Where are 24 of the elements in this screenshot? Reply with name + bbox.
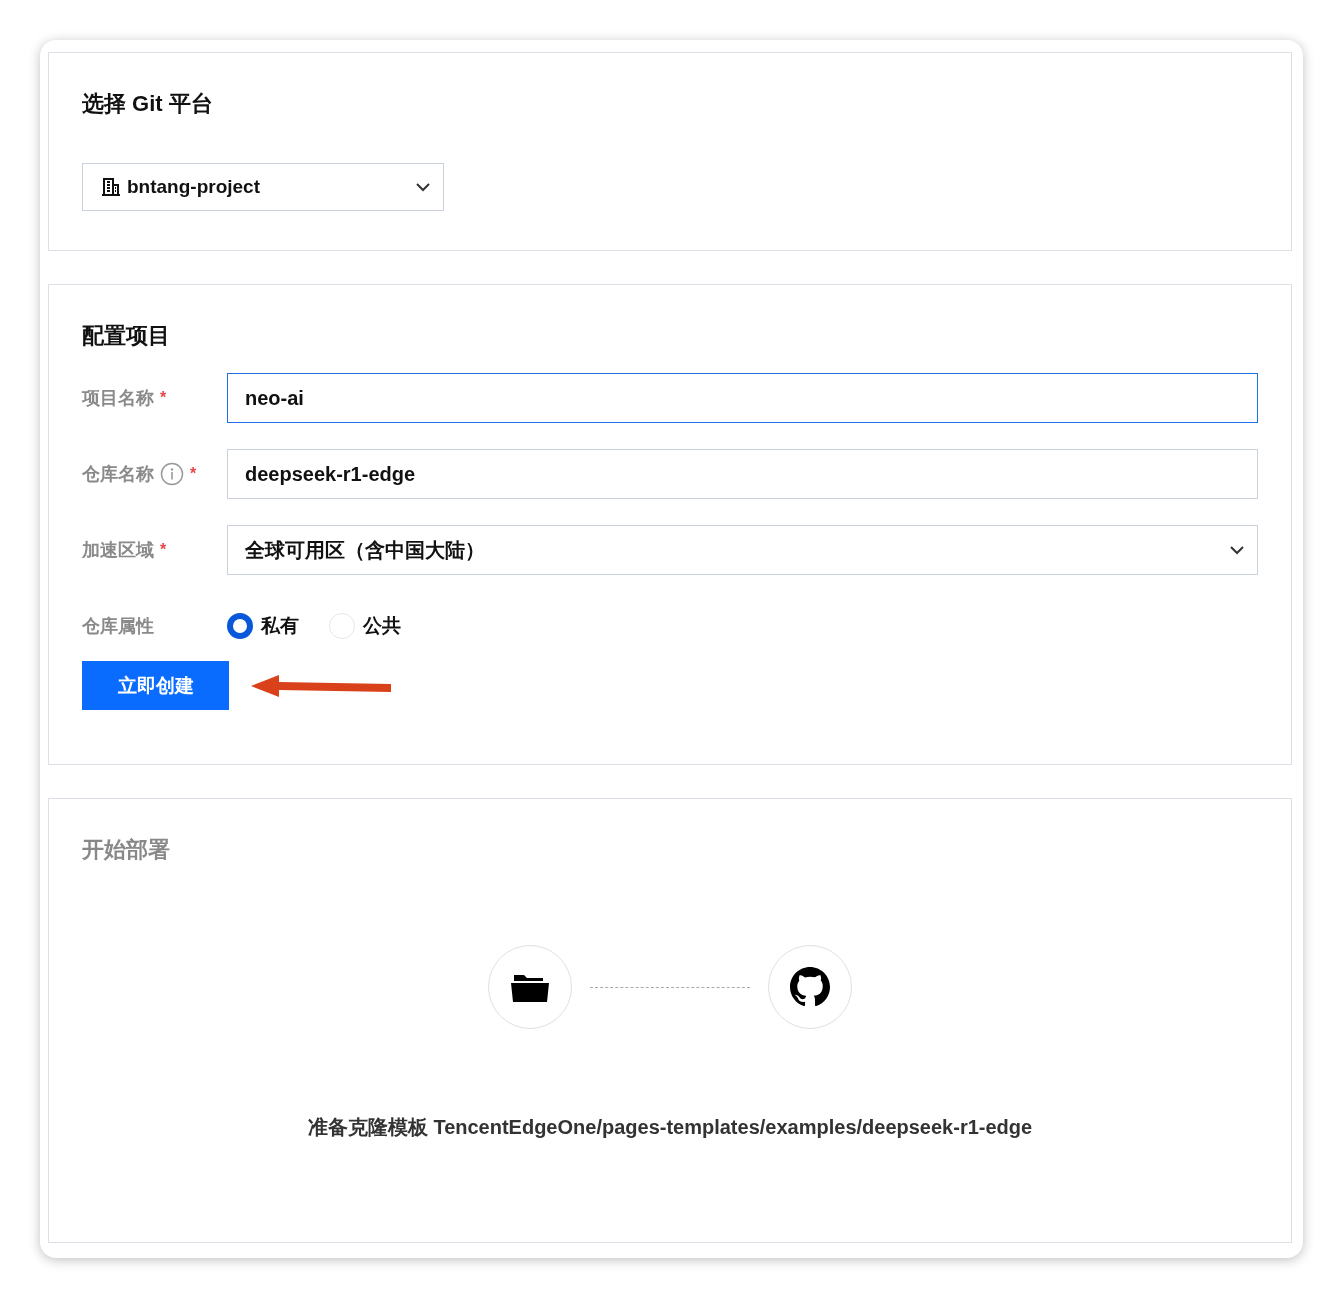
chevron-down-icon [1229, 545, 1245, 555]
radio-option[interactable]: 公共 [329, 613, 401, 639]
region-select[interactable]: 全球可用区（含中国大陆） [227, 525, 1258, 575]
required-mark: * [160, 389, 167, 407]
text-field[interactable]: deepseek-r1-edge [227, 449, 1258, 499]
folder-icon [511, 972, 549, 1002]
info-icon[interactable] [160, 462, 184, 486]
required-mark: * [160, 541, 167, 559]
section-title: 开始部署 [82, 836, 170, 864]
clone-status-text: 准备克隆模板 TencentEdgeOne/pages-templates/examples/deepseek-r1-edge [306, 1115, 1034, 1140]
field-label: 仓库属性 [82, 615, 154, 638]
create-button[interactable]: 立即创建 [82, 661, 229, 710]
section-title: 配置项目 [82, 322, 170, 350]
text-field[interactable]: neo-ai [227, 373, 1258, 423]
building-icon [101, 177, 121, 197]
radio-option[interactable]: 私有 [227, 613, 299, 639]
organization-select[interactable]: bntang-project [82, 163, 444, 211]
section-title: 选择 Git 平台 [82, 90, 213, 118]
field-label: 仓库名称 [82, 463, 154, 486]
octocat-icon [790, 967, 830, 1007]
field-label: 项目名称 [82, 387, 154, 410]
field-label: 加速区域 [82, 539, 154, 562]
chevron-down-icon [415, 182, 431, 192]
required-mark: * [190, 465, 197, 483]
